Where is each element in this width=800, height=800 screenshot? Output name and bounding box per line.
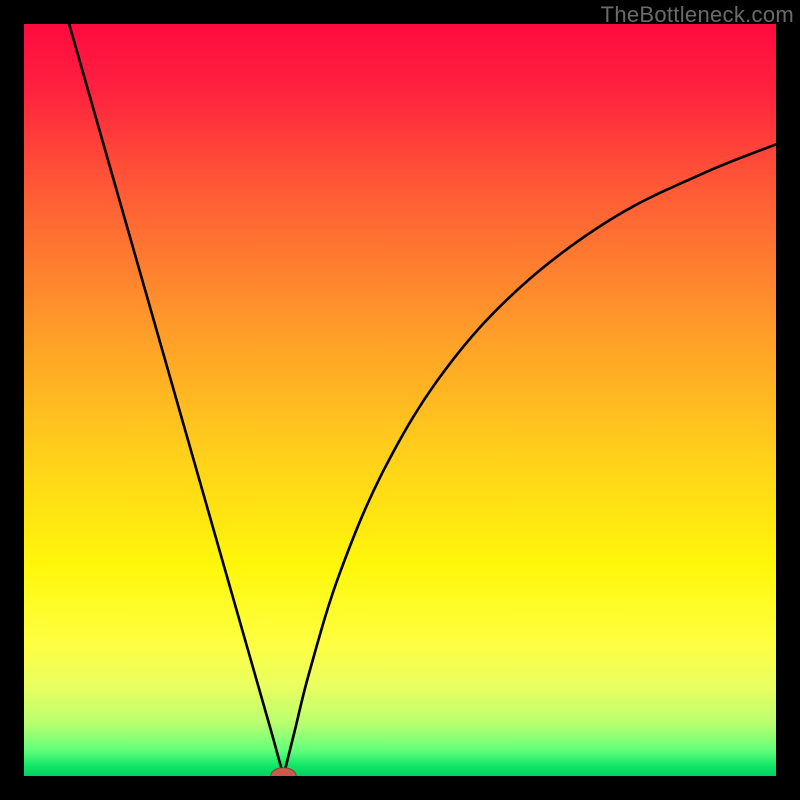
chart-frame: TheBottleneck.com bbox=[0, 0, 800, 800]
bottleneck-curve bbox=[69, 24, 776, 776]
minimum-marker bbox=[271, 768, 297, 776]
watermark-text: TheBottleneck.com bbox=[601, 2, 794, 28]
plot-area bbox=[24, 24, 776, 776]
curve-layer bbox=[24, 24, 776, 776]
